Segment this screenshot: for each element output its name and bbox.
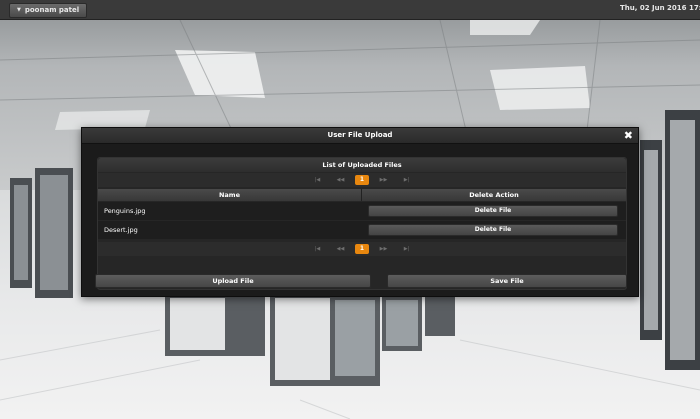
column-header-name[interactable]: Name: [98, 189, 362, 201]
pager-next-button[interactable]: ▶▶: [375, 175, 392, 185]
delete-file-button[interactable]: Delete File: [368, 224, 618, 236]
upload-file-button[interactable]: Upload File: [95, 274, 371, 288]
delete-file-button[interactable]: Delete File: [368, 205, 618, 217]
table-row: Desert.jpg Delete File: [98, 221, 626, 239]
file-name: Desert.jpg: [104, 226, 138, 234]
pager-next-button[interactable]: ▶▶: [375, 244, 392, 254]
list-title: List of Uploaded Files: [98, 158, 626, 172]
table-header: Name Delete Action: [98, 189, 626, 201]
current-datetime: Thu, 02 Jun 2016 17:27:3: [620, 4, 700, 12]
column-header-delete-action[interactable]: Delete Action: [362, 189, 626, 201]
dialog-header: User File Upload ✖: [82, 128, 638, 144]
close-icon[interactable]: ✖: [624, 130, 633, 142]
top-bar: ▼ poonam patel Thu, 02 Jun 2016 17:27:3: [0, 0, 700, 20]
pager-current-page[interactable]: 1: [355, 244, 369, 254]
dialog-title: User File Upload: [327, 131, 393, 139]
pager-first-button[interactable]: |◀: [309, 244, 326, 254]
user-menu-button[interactable]: ▼ poonam patel: [9, 3, 88, 18]
pager-bottom: |◀ ◀◀ 1 ▶▶ ▶|: [98, 242, 626, 256]
pager-last-button[interactable]: ▶|: [398, 175, 415, 185]
pager-prev-button[interactable]: ◀◀: [332, 244, 349, 254]
save-file-button[interactable]: Save File: [387, 274, 627, 288]
pager-top: |◀ ◀◀ 1 ▶▶ ▶|: [98, 173, 626, 187]
user-name: poonam patel: [24, 6, 80, 14]
pager-last-button[interactable]: ▶|: [398, 244, 415, 254]
user-file-upload-dialog: User File Upload ✖ List of Uploaded File…: [81, 127, 639, 297]
uploaded-files-panel: List of Uploaded Files |◀ ◀◀ 1 ▶▶ ▶| Nam…: [97, 157, 627, 290]
table-row: Penguins.jpg Delete File: [98, 202, 626, 220]
pager-current-page[interactable]: 1: [355, 175, 369, 185]
chevron-down-icon: ▼: [17, 7, 21, 13]
file-name: Penguins.jpg: [104, 207, 146, 215]
pager-first-button[interactable]: |◀: [309, 175, 326, 185]
pager-prev-button[interactable]: ◀◀: [332, 175, 349, 185]
